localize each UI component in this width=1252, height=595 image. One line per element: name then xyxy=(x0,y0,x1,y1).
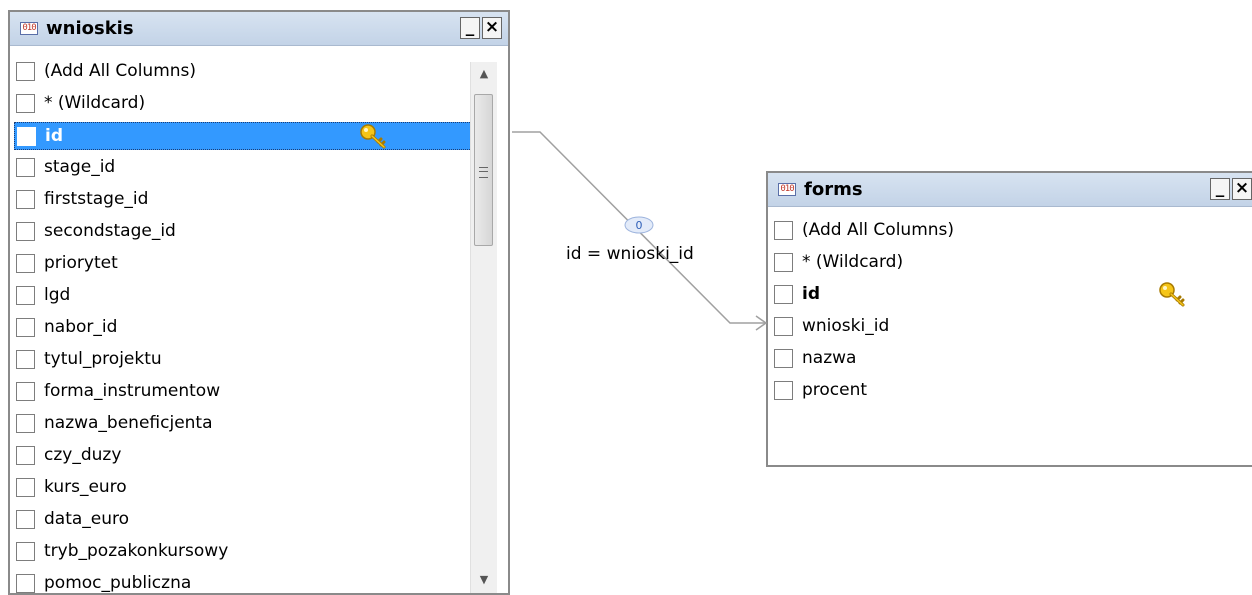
join-type-badge: 0 xyxy=(636,219,643,232)
join-label: id = wnioski_id xyxy=(566,244,694,264)
join-line[interactable] xyxy=(0,0,1252,595)
join-type-icon[interactable]: 0 xyxy=(623,215,655,235)
